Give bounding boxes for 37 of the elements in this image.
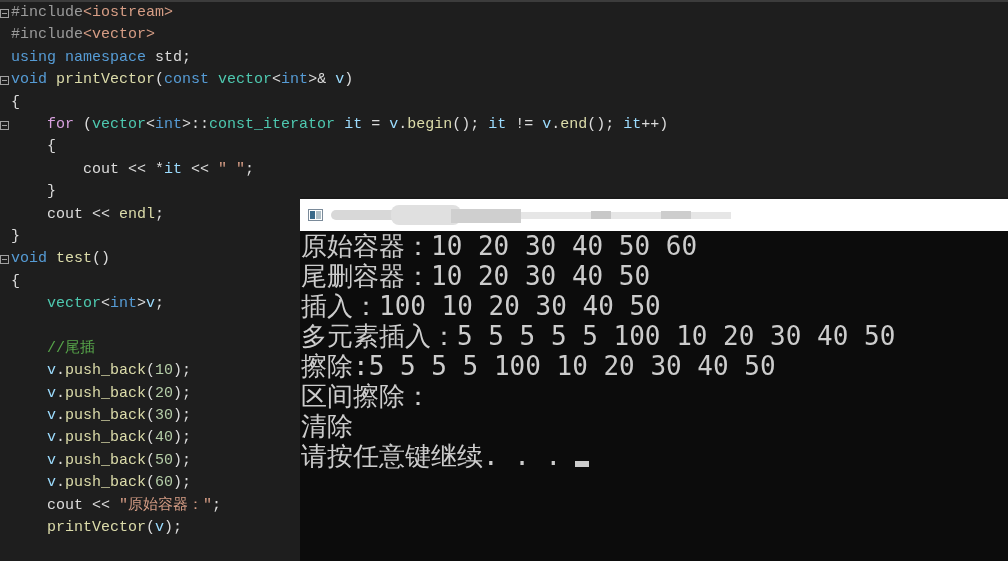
code-line: cout << endl; (46, 204, 165, 225)
console-output-line: 多元素插入：5 5 5 5 5 100 10 20 30 40 50 (301, 321, 896, 351)
collapse-icon[interactable] (0, 255, 9, 264)
code-line: void test() (11, 249, 111, 270)
collapse-icon[interactable] (0, 75, 9, 85)
code-line: void printVector(const vector<int>& v) (11, 70, 354, 91)
code-line: v.push_back(60); (46, 473, 192, 494)
console-app-icon (308, 209, 323, 221)
collapse-icon[interactable] (0, 120, 9, 130)
console-output-line: 原始容器：10 20 30 40 50 60 (301, 231, 698, 261)
code-line: v.push_back(30); (46, 406, 192, 427)
console-output-line: 区间擦除： (301, 381, 431, 411)
code-line: v.push_back(20); (46, 383, 192, 404)
console-output-line: 擦除:5 5 5 5 100 10 20 30 40 50 (301, 351, 776, 381)
code-line: vector<int>v; (46, 294, 165, 315)
code-line: #include<vector> (11, 25, 156, 46)
code-line: v.push_back(50); (46, 450, 192, 471)
code-line: { (46, 137, 56, 158)
console-output-line: 清除 (301, 411, 353, 441)
text-cursor (575, 461, 590, 467)
code-line: { (11, 271, 20, 292)
code-line: cout << "原始容器："; (46, 495, 222, 516)
code-line: } (46, 182, 56, 203)
code-line: using namespace std; (11, 47, 192, 68)
code-line: cout << *it << " "; (82, 159, 255, 180)
console-output-line: 请按任意键继续. . . (301, 441, 562, 471)
code-line: v.push_back(40); (46, 428, 192, 449)
code-line: v.push_back(10); (46, 361, 192, 382)
code-line: #include<iostream> (11, 3, 174, 23)
code-line: } (11, 226, 20, 247)
code-line: for (vector<int>::const_iterator it = v.begin(); it != v.end(); it++) (46, 114, 669, 135)
console-output-line: 插入：100 10 20 30 40 50 (301, 291, 661, 321)
console-output-line: 尾删容器：10 20 30 40 50 (301, 261, 651, 291)
code-line: { (11, 92, 20, 113)
collapse-icon[interactable] (0, 8, 9, 18)
code-line: //尾插 (46, 338, 95, 359)
code-line: printVector(v); (46, 518, 183, 538)
